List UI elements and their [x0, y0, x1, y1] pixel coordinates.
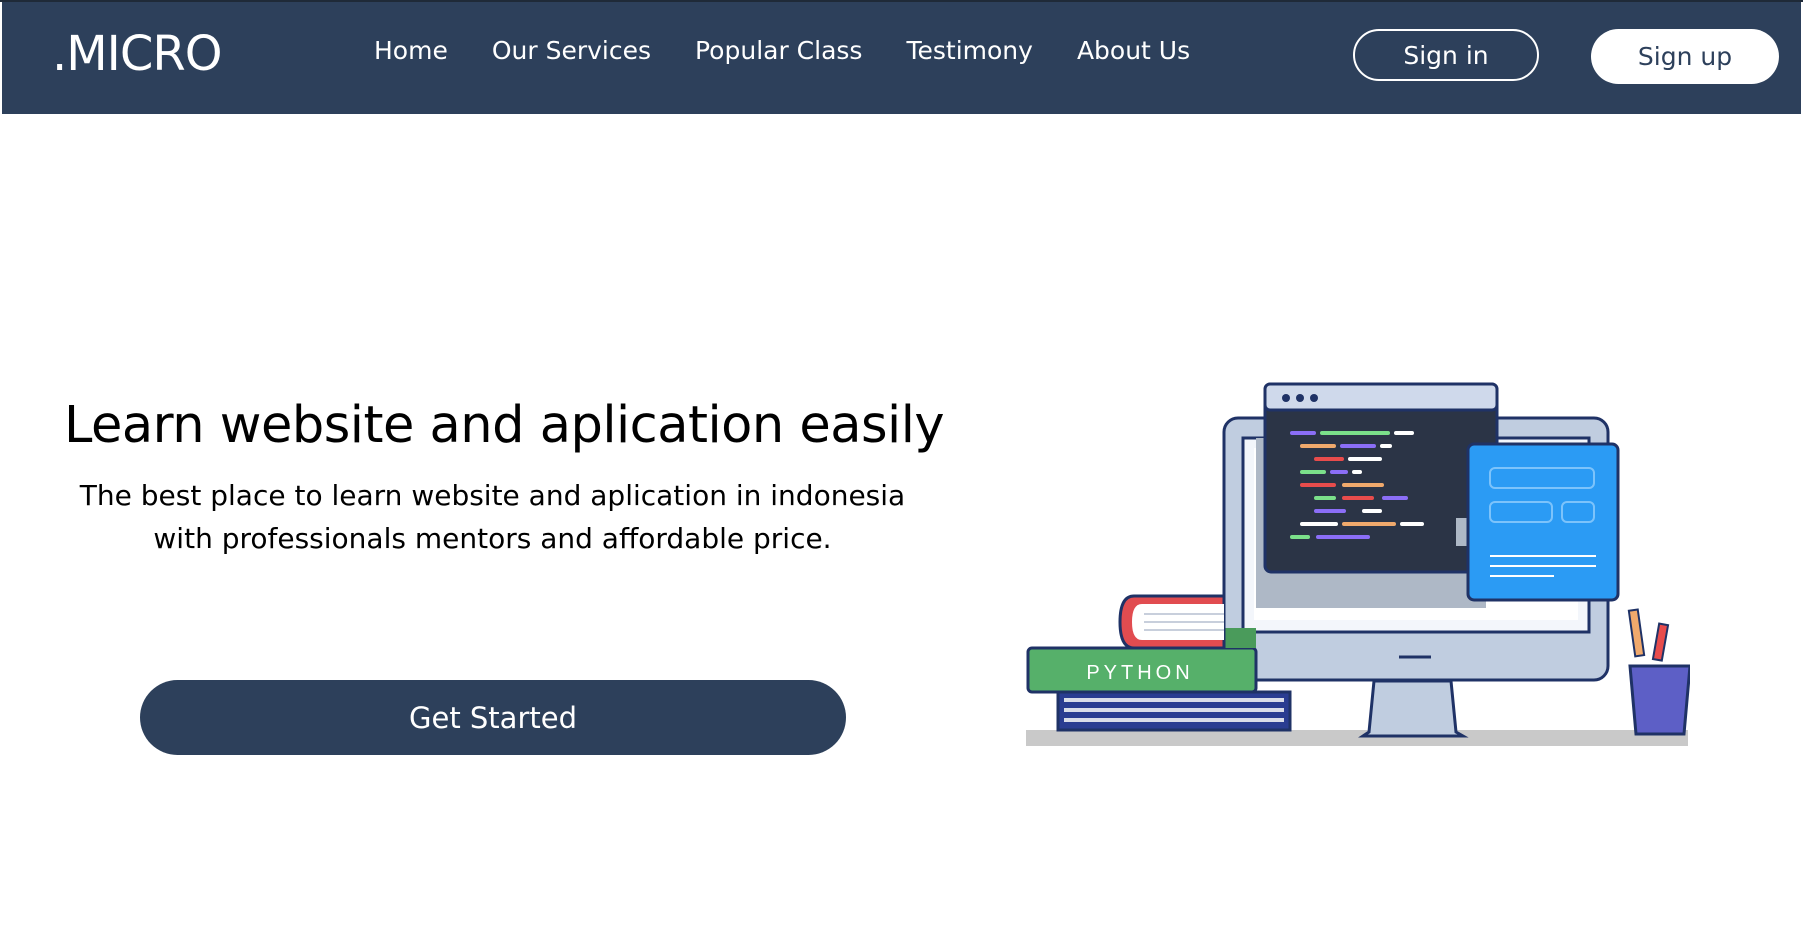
hero-subtitle-line-2: with professionals mentors and affordabl… — [153, 522, 832, 555]
hero-title: Learn website and aplication easily — [64, 396, 945, 455]
logo[interactable]: .MICRO — [52, 26, 222, 82]
book-label: PYTHON — [1086, 662, 1193, 684]
code-window-icon — [1256, 382, 1499, 608]
nav-link-our-services[interactable]: Our Services — [492, 36, 651, 65]
hero-illustration: PYTHON — [1026, 382, 1690, 746]
hero-subtitle: The best place to learn website and apli… — [50, 474, 935, 560]
sign-in-button[interactable]: Sign in — [1353, 29, 1539, 81]
nav-link-home[interactable]: Home — [374, 36, 448, 65]
navbar: .MICRO Home Our Services Popular Class T… — [2, 2, 1801, 114]
blue-card-icon — [1456, 442, 1620, 602]
desk-shadow — [1026, 730, 1688, 746]
nav-link-testimony[interactable]: Testimony — [906, 36, 1032, 65]
get-started-button[interactable]: Get Started — [140, 680, 846, 755]
nav-links: Home Our Services Popular Class Testimon… — [374, 36, 1234, 65]
nav-link-popular-class[interactable]: Popular Class — [695, 36, 862, 65]
hero-subtitle-line-1: The best place to learn website and apli… — [79, 479, 906, 512]
sign-up-button[interactable]: Sign up — [1591, 29, 1779, 84]
nav-link-about-us[interactable]: About Us — [1077, 36, 1190, 65]
pencil-cup-icon — [1627, 608, 1690, 736]
